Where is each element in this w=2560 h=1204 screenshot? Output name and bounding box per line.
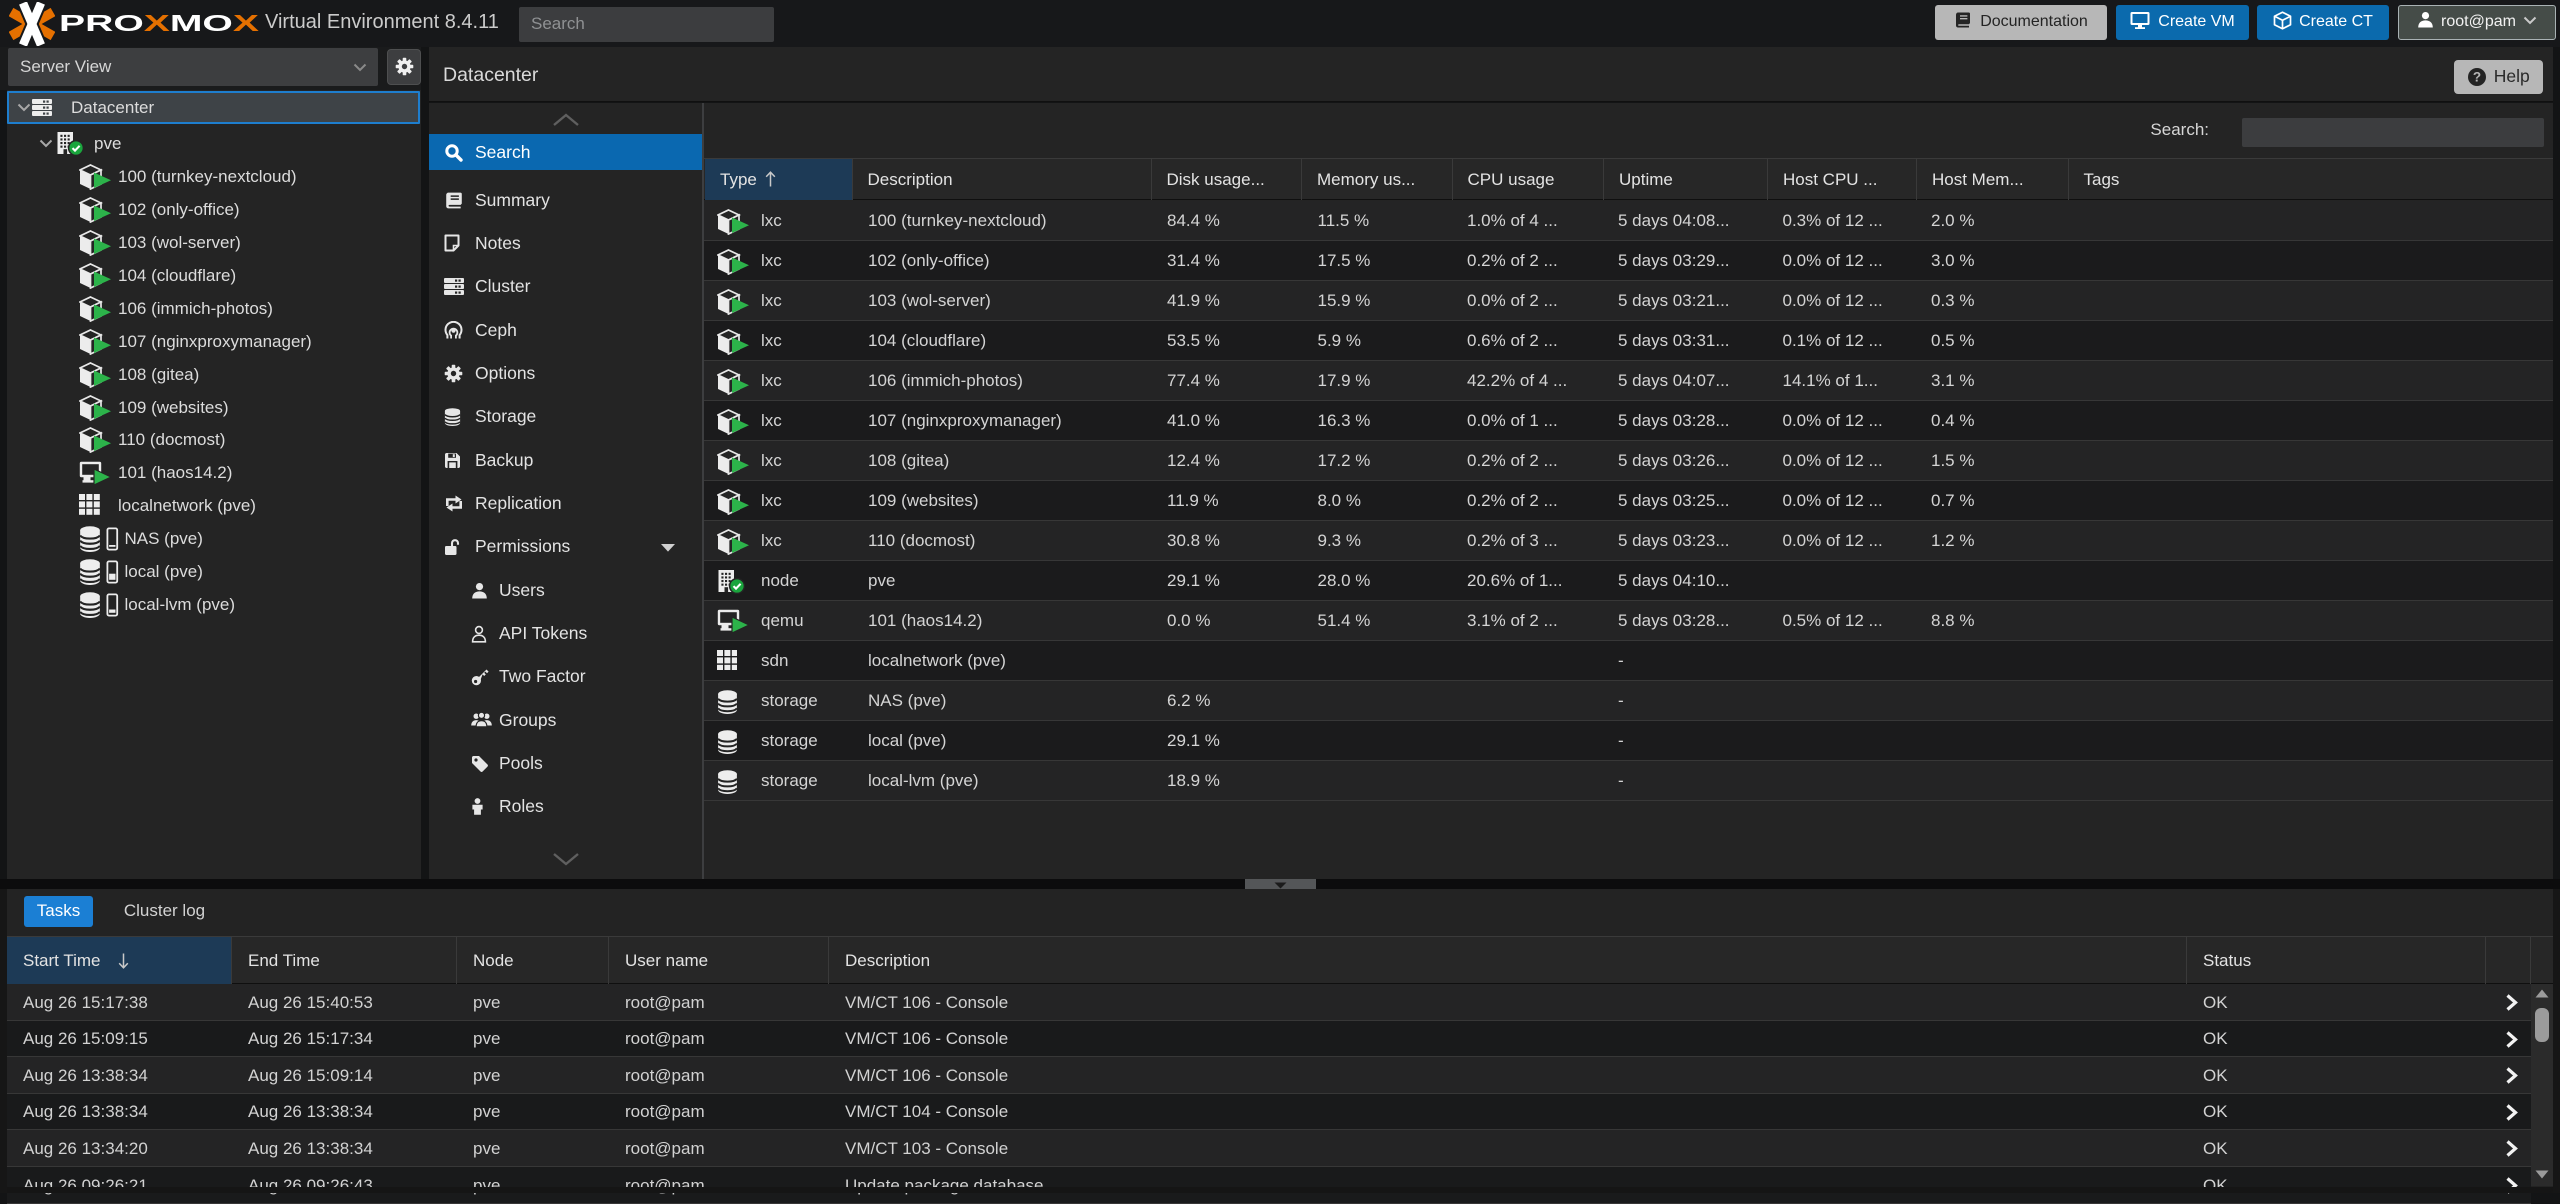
- svg-text:?: ?: [2473, 69, 2481, 84]
